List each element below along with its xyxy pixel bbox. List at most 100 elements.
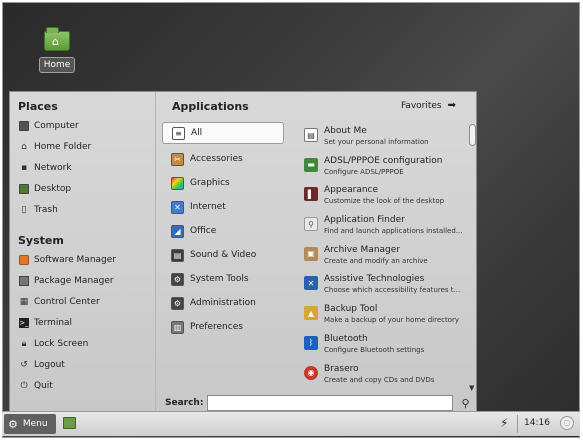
app-item-brasero[interactable]: ◉ Brasero Create and copy CDs and DVDs — [294, 361, 478, 391]
app-item-about-me[interactable]: ▤ About Me Set your personal information — [294, 123, 478, 153]
app-description: Create and modify an archive — [324, 256, 428, 265]
scrollbar-thumb[interactable] — [469, 124, 476, 146]
category-list: ≡ All ✂ Accessories Graphics ✕ Internet ◢ Of… — [157, 122, 294, 412]
system-item-label: Control Center — [34, 296, 100, 307]
places-item-network[interactable]: ▪ Network — [10, 157, 155, 178]
network-icon: ▪ — [20, 162, 28, 173]
places-item-trash[interactable]: ▯ Trash — [10, 199, 155, 220]
system-item-quit[interactable]: ⏻ Quit — [10, 375, 155, 396]
places-title: Places — [18, 100, 58, 113]
app-item-adsl-pppoe[interactable]: ▬ ADSL/PPPOE configuration Configure ADSL… — [294, 153, 478, 183]
category-sound-video[interactable]: ▤ Sound & Video — [157, 243, 294, 267]
office-icon: ◢ — [171, 224, 184, 238]
places-item-label: Computer — [34, 120, 79, 131]
app-name: Assistive Technologies — [324, 274, 425, 285]
category-label: Preferences — [190, 322, 243, 332]
preferences-icon: ▥ — [171, 320, 184, 334]
desktop: ⌂ Home Places Computer ⌂ Home Folder ▪ Net… — [2, 2, 580, 438]
favorites-label: Favorites — [400, 100, 442, 111]
places-item-home-folder[interactable]: ⌂ Home Folder — [10, 136, 155, 157]
app-description: Configure ADSL/PPPOE — [324, 167, 404, 176]
category-preferences[interactable]: ▥ Preferences — [157, 315, 294, 339]
software-manager-icon — [19, 254, 29, 265]
app-list-scrollbar[interactable]: ▼ — [468, 122, 477, 392]
app-name: Archive Manager — [324, 244, 400, 255]
app-name: ADSL/PPPOE configuration — [324, 155, 443, 166]
places-item-label: Trash — [34, 204, 58, 215]
bluetooth-icon: ᛒ — [304, 335, 318, 350]
app-item-backup-tool[interactable]: ▲ Backup Tool Make a backup of your home … — [294, 301, 478, 331]
trash-icon: ▯ — [21, 204, 27, 215]
category-label: Internet — [190, 202, 226, 212]
app-item-application-finder[interactable]: ⚲ Application Finder Find and launch appl… — [294, 212, 478, 242]
magnifier-icon: ⚲ — [304, 217, 318, 232]
category-administration[interactable]: ⚙ Administration — [157, 291, 294, 315]
tray-divider — [517, 415, 518, 433]
tray-extra-icon[interactable]: ◌ — [560, 416, 574, 430]
category-label: Accessories — [190, 154, 243, 164]
system-item-software-manager[interactable]: Software Manager — [10, 249, 155, 270]
category-label: Graphics — [190, 178, 230, 188]
places-item-label: Desktop — [34, 183, 72, 194]
system-item-control-center[interactable]: ▦ Control Center — [10, 291, 155, 312]
category-label: All — [191, 128, 203, 138]
search-icon[interactable]: ⚲ — [461, 397, 469, 410]
category-graphics[interactable]: Graphics — [157, 171, 294, 195]
favorites-button[interactable]: Favorites ➡ — [401, 100, 456, 111]
category-system-tools[interactable]: ⚙ System Tools — [157, 267, 294, 291]
accessories-icon: ✂ — [171, 152, 184, 166]
applications-title: Applications — [172, 100, 249, 113]
app-item-appearance[interactable]: ▌ Appearance Customize the look of the de… — [294, 182, 478, 212]
app-item-bluetooth[interactable]: ᛒ Bluetooth Configure Bluetooth settings — [294, 331, 478, 361]
system-item-lock-screen[interactable]: 🔒︎ Lock Screen — [10, 333, 155, 354]
menu-button[interactable]: ⚙ Menu — [4, 414, 56, 434]
internet-icon: ✕ — [171, 200, 184, 214]
all-icon: ≡ — [172, 126, 185, 140]
search-input[interactable] — [207, 395, 454, 411]
app-item-archive-manager[interactable]: ▣ Archive Manager Create and modify an ar… — [294, 242, 478, 272]
search-label: Search: — [165, 398, 204, 408]
app-description: Choose which accessibility features t... — [324, 286, 461, 295]
system-item-package-manager[interactable]: Package Manager — [10, 270, 155, 291]
category-all[interactable]: ≡ All — [162, 122, 284, 144]
app-description: Set your personal information — [324, 138, 429, 146]
clock[interactable]: 14:16 — [524, 418, 550, 428]
desktop-icon-home[interactable]: ⌂ Home — [37, 27, 77, 73]
sound-video-icon: ▤ — [171, 248, 184, 262]
menu-button-label: Menu — [22, 419, 48, 429]
category-office[interactable]: ◢ Office — [157, 219, 294, 243]
show-desktop-launcher[interactable] — [63, 417, 76, 429]
home-folder-icon: ⌂ — [44, 27, 70, 51]
category-internet[interactable]: ✕ Internet — [157, 195, 294, 219]
administration-icon: ⚙ — [171, 296, 184, 310]
quit-icon: ⏻ — [20, 380, 28, 391]
menu-left-column: Places Computer ⌂ Home Folder ▪ Network De… — [10, 92, 156, 412]
app-name: Bluetooth — [324, 333, 368, 344]
lock-icon: 🔒︎ — [21, 338, 27, 349]
system-title: System — [18, 234, 64, 247]
taskbar: ⚙ Menu ⚡ 14:16 ◌ — [2, 411, 580, 436]
system-item-logout[interactable]: ↺ Logout — [10, 354, 155, 375]
network-config-icon: ▬ — [304, 157, 318, 172]
appearance-icon: ▌ — [304, 187, 318, 202]
places-item-desktop[interactable]: Desktop — [10, 178, 155, 199]
places-item-computer[interactable]: Computer — [10, 115, 155, 136]
category-accessories[interactable]: ✂ Accessories — [157, 147, 294, 171]
package-manager-icon — [19, 275, 29, 286]
app-name: Appearance — [324, 185, 379, 196]
category-label: Administration — [190, 298, 256, 308]
system-item-terminal[interactable]: >_ Terminal — [10, 312, 155, 333]
app-item-assistive-technologies[interactable]: ✕ Assistive Technologies Choose which acc… — [294, 271, 478, 301]
app-name: Backup Tool — [324, 304, 378, 315]
app-description: Customize the look of the desktop — [324, 197, 445, 206]
category-label: Sound & Video — [190, 250, 257, 260]
accessibility-icon: ✕ — [304, 276, 318, 291]
network-tray-icon[interactable]: ⚡ — [500, 416, 508, 430]
system-item-label: Lock Screen — [34, 338, 89, 349]
disc-icon: ◉ — [304, 365, 318, 380]
computer-icon — [19, 120, 29, 131]
places-item-label: Home Folder — [34, 141, 92, 152]
app-name: Brasero — [324, 363, 359, 374]
scroll-down-icon[interactable]: ▼ — [469, 384, 474, 392]
places-item-label: Network — [34, 162, 72, 173]
